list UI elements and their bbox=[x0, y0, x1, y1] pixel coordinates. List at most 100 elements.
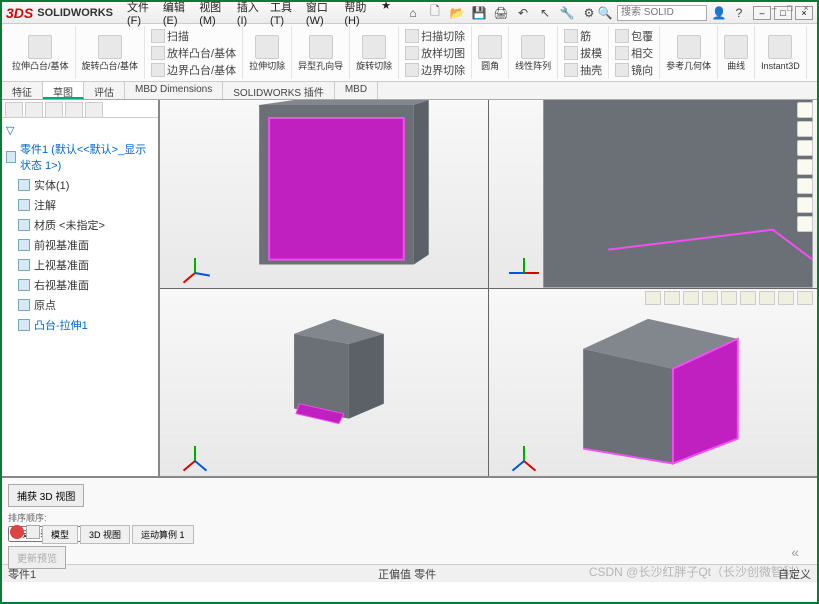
viewport-bottom-left[interactable] bbox=[160, 289, 488, 477]
ribbon-linear[interactable]: 线性阵列 bbox=[509, 26, 558, 79]
ribbon-instant3d[interactable]: Instant3D bbox=[755, 26, 807, 79]
doc-max-icon[interactable]: □ bbox=[783, 3, 797, 15]
ribbon-sweep-group: 扫描 放样凸台/基体 边界凸台/基体 bbox=[145, 26, 243, 79]
stop-icon[interactable] bbox=[26, 525, 40, 539]
rebuild-icon[interactable]: 🔧 bbox=[559, 5, 575, 21]
ribbon-fillet[interactable]: 圆角 bbox=[472, 26, 509, 79]
tree-tab-dim-icon[interactable] bbox=[65, 102, 83, 118]
ribbon-refgeo[interactable]: 参考几何体 bbox=[660, 26, 718, 79]
viewport-bottom-right[interactable] bbox=[489, 289, 817, 477]
doc-close-icon[interactable]: × bbox=[799, 3, 813, 15]
ribbon-boundary-cut[interactable]: 边界切除 bbox=[405, 62, 465, 78]
section-icon[interactable] bbox=[702, 291, 718, 305]
tree-item-right[interactable]: 右视基准面 bbox=[6, 275, 154, 295]
ribbon-rib[interactable]: 筋 bbox=[564, 28, 602, 44]
options-icon[interactable]: ⚙ bbox=[581, 5, 597, 21]
undo-icon[interactable]: ↶ bbox=[515, 5, 531, 21]
zoom-fit-icon[interactable] bbox=[645, 291, 661, 305]
tree-tab-cfg-icon[interactable] bbox=[45, 102, 63, 118]
record-icon[interactable] bbox=[10, 525, 24, 539]
display-style-icon[interactable] bbox=[721, 291, 737, 305]
ribbon-wrap[interactable]: 包覆 bbox=[615, 28, 653, 44]
update-preview-button[interactable]: 更新预览 bbox=[8, 546, 66, 569]
menu-insert[interactable]: 插入(I) bbox=[237, 0, 260, 27]
tab-sketch[interactable]: 草图 bbox=[43, 82, 84, 99]
view-palette-icon[interactable] bbox=[797, 159, 813, 175]
tree-tab-fm-icon[interactable] bbox=[5, 102, 23, 118]
tree-item-front[interactable]: 前视基准面 bbox=[6, 235, 154, 255]
tree-tab-disp-icon[interactable] bbox=[85, 102, 103, 118]
user-icon[interactable]: 👤 bbox=[711, 5, 727, 21]
ribbon-intersect[interactable]: 相交 bbox=[615, 45, 653, 61]
tree-item-material[interactable]: 材质 <未指定> bbox=[6, 215, 154, 235]
appearance-icon[interactable] bbox=[759, 291, 775, 305]
view-settings-icon[interactable] bbox=[797, 291, 813, 305]
tree-item-top[interactable]: 上视基准面 bbox=[6, 255, 154, 275]
ribbon-curves[interactable]: 曲线 bbox=[718, 26, 755, 79]
tab-mbd[interactable]: MBD bbox=[335, 82, 378, 99]
ribbon-revolve[interactable]: 旋转凸台/基体 bbox=[76, 26, 146, 79]
tree-tab-pm-icon[interactable] bbox=[25, 102, 43, 118]
menu-file[interactable]: 文件(F) bbox=[127, 0, 153, 27]
viewport-top-right[interactable] bbox=[489, 100, 817, 288]
ribbon-rib-group: 筋 拔模 抽壳 bbox=[558, 26, 609, 79]
ribbon-hole[interactable]: 异型孔向导 bbox=[292, 26, 350, 79]
tree-item-extrude1[interactable]: 凸台-拉伸1 bbox=[6, 315, 154, 335]
design-library-icon[interactable] bbox=[797, 121, 813, 137]
menu-help[interactable]: 帮助(H) bbox=[344, 0, 371, 27]
save-icon[interactable]: 💾 bbox=[471, 5, 487, 21]
app-logo: 3DS SOLIDWORKS bbox=[6, 5, 113, 21]
viewport-top-left[interactable] bbox=[160, 100, 488, 288]
ribbon-revolve-cut[interactable]: 旋转切除 bbox=[350, 26, 399, 79]
custom-props-icon[interactable] bbox=[797, 197, 813, 213]
doc-min-icon[interactable]: – bbox=[767, 3, 781, 15]
tree-root[interactable]: 零件1 (默认<<默认>_显示状态 1>) bbox=[6, 139, 154, 175]
ribbon-mirror[interactable]: 镜向 bbox=[615, 62, 653, 78]
ribbon-shell[interactable]: 抽壳 bbox=[564, 62, 602, 78]
help-icon[interactable]: ? bbox=[731, 5, 747, 21]
scene-icon[interactable] bbox=[778, 291, 794, 305]
ribbon-draft[interactable]: 拔模 bbox=[564, 45, 602, 61]
menu-view[interactable]: 视图(M) bbox=[199, 0, 227, 27]
tab-features[interactable]: 特征 bbox=[2, 82, 43, 99]
view-toolbar bbox=[645, 291, 813, 305]
tab-addins[interactable]: SOLIDWORKS 插件 bbox=[223, 82, 335, 99]
tab-3d-view[interactable]: 3D 视图 bbox=[80, 525, 130, 544]
menu-tools[interactable]: 工具(T) bbox=[270, 0, 296, 27]
filter-icon[interactable]: ▽ bbox=[6, 122, 154, 139]
ribbon-extrude[interactable]: 拉伸凸台/基体 bbox=[6, 26, 76, 79]
tab-motion[interactable]: 运动算例 1 bbox=[132, 525, 194, 544]
open-icon[interactable]: 📂 bbox=[449, 5, 465, 21]
appearances-icon[interactable] bbox=[797, 178, 813, 194]
forum-icon[interactable] bbox=[797, 216, 813, 232]
hide-show-icon[interactable] bbox=[740, 291, 756, 305]
file-explorer-icon[interactable] bbox=[797, 140, 813, 156]
menu-edit[interactable]: 编辑(E) bbox=[163, 0, 189, 27]
tab-model[interactable]: 模型 bbox=[42, 525, 78, 544]
material-icon bbox=[18, 219, 30, 231]
ribbon-sweep-cut[interactable]: 扫描切除 bbox=[405, 28, 465, 44]
select-icon[interactable]: ↖ bbox=[537, 5, 553, 21]
tree-item-origin[interactable]: 原点 bbox=[6, 295, 154, 315]
resources-icon[interactable] bbox=[797, 102, 813, 118]
print-icon[interactable]: 🖨 bbox=[493, 5, 509, 21]
ribbon-boundary[interactable]: 边界凸台/基体 bbox=[151, 62, 236, 78]
home-icon[interactable]: ⌂ bbox=[405, 5, 421, 21]
search-input[interactable] bbox=[617, 5, 707, 21]
tab-evaluate[interactable]: 评估 bbox=[84, 82, 125, 99]
part-icon bbox=[6, 151, 16, 163]
main-menu: 文件(F) 编辑(E) 视图(M) 插入(I) 工具(T) 窗口(W) 帮助(H… bbox=[127, 0, 391, 27]
new-icon[interactable]: 🗋 bbox=[427, 5, 443, 21]
ribbon-sweep[interactable]: 扫描 bbox=[151, 28, 236, 44]
ribbon-cut-extrude[interactable]: 拉伸切除 bbox=[243, 26, 292, 79]
ribbon-loft[interactable]: 放样凸台/基体 bbox=[151, 45, 236, 61]
tree-item-annot[interactable]: 注解 bbox=[6, 195, 154, 215]
tab-mbd-dim[interactable]: MBD Dimensions bbox=[125, 82, 223, 99]
capture-3d-button[interactable]: 捕获 3D 视图 bbox=[8, 484, 84, 507]
menu-star[interactable]: ★ bbox=[381, 0, 391, 27]
menu-window[interactable]: 窗口(W) bbox=[306, 0, 334, 27]
zoom-area-icon[interactable] bbox=[664, 291, 680, 305]
prev-view-icon[interactable] bbox=[683, 291, 699, 305]
tree-item-solid[interactable]: 实体(1) bbox=[6, 175, 154, 195]
ribbon-loft-cut[interactable]: 放样切图 bbox=[405, 45, 465, 61]
